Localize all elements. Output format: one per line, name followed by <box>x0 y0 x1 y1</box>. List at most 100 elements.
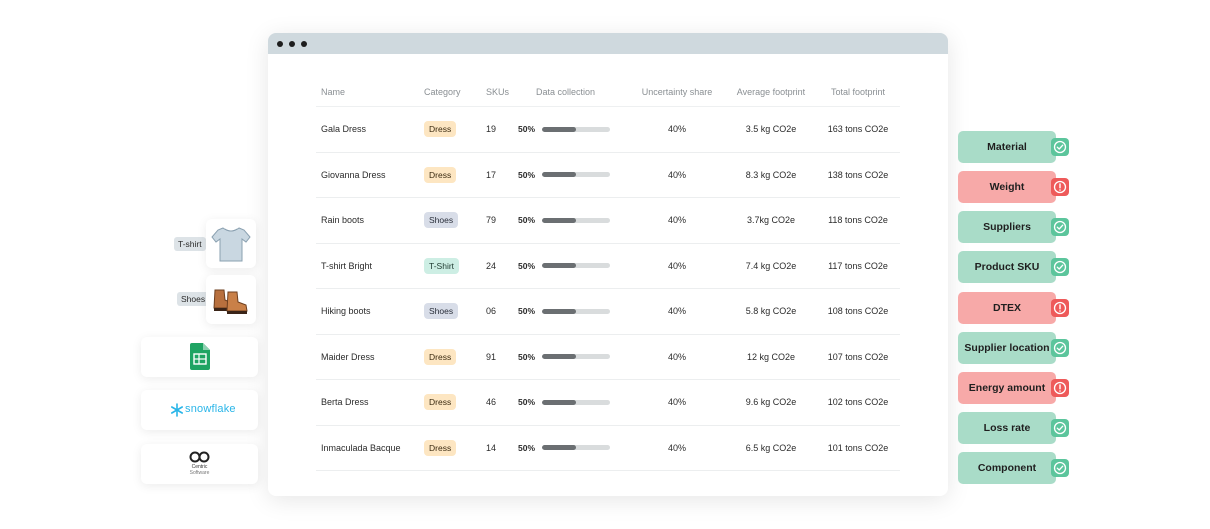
table-row[interactable]: Giovanna Dress Dress 17 50% 40% 8.3 kg C… <box>316 153 900 198</box>
data-collection-bar <box>542 399 610 405</box>
checklist-item[interactable]: Loss rate <box>958 412 1056 444</box>
product-name[interactable]: Gala Dress <box>316 124 424 134</box>
checklist-item[interactable]: Supplier location <box>958 332 1056 364</box>
product-name[interactable]: Maider Dress <box>316 352 424 362</box>
window-titlebar <box>268 33 948 54</box>
data-collection-cell: 50% <box>518 170 628 180</box>
check-circle-icon <box>1051 138 1069 156</box>
category-cell: Dress <box>424 348 482 365</box>
data-collection-bar-fill <box>542 354 576 360</box>
uncertainty-share: 40% <box>667 351 686 362</box>
category-cell: Dress <box>424 439 482 456</box>
category-cell: Dress <box>424 121 482 138</box>
data-collection-cell: 50% <box>518 397 628 407</box>
check-circle-icon <box>1051 419 1069 437</box>
check-circle-icon <box>1051 459 1069 477</box>
product-name[interactable]: T-shirt Bright <box>316 261 424 271</box>
checklist-item[interactable]: Energy amount <box>958 372 1056 404</box>
google-sheets-card[interactable] <box>141 337 258 377</box>
checklist-item[interactable]: Product SKU <box>958 251 1056 283</box>
header-data-collection[interactable]: Data collection <box>518 87 628 97</box>
data-collection-bar-fill <box>542 126 576 132</box>
checklist-item[interactable]: Material <box>958 131 1056 163</box>
checklist-item[interactable]: Weight <box>958 171 1056 203</box>
category-cell: Shoes <box>424 212 482 229</box>
tshirt-tag: T-shirt <box>174 237 206 251</box>
uncertainty-share: 40% <box>667 260 686 271</box>
data-collection-cell: 50% <box>518 443 628 453</box>
product-name[interactable]: Hiking boots <box>316 306 424 316</box>
window-dot[interactable] <box>301 40 307 47</box>
data-collection-bar <box>542 126 610 132</box>
checklist-item[interactable]: Component <box>958 452 1056 484</box>
data-collection-cell: 50% <box>518 306 628 316</box>
data-collection-bar-fill <box>542 445 576 451</box>
data-collection-bar <box>542 217 610 223</box>
product-name[interactable]: Berta Dress <box>316 397 424 407</box>
average-footprint: 3.7kg CO2e <box>746 215 796 226</box>
total-footprint: 118 tons CO2e <box>828 215 888 226</box>
product-name[interactable]: Inmaculada Bacque <box>316 443 424 453</box>
sku-count: 91 <box>486 351 497 362</box>
uncertainty-share: 40% <box>667 397 686 408</box>
total-footprint: 117 tons CO2e <box>828 260 888 271</box>
table-row[interactable]: Maider Dress Dress 91 50% 40% 12 kg CO2e… <box>316 335 900 380</box>
data-collection-bar <box>542 445 610 451</box>
total-footprint: 107 tons CO2e <box>827 351 889 362</box>
data-collection-percent: 50% <box>518 442 536 453</box>
category-cell: T-Shirt <box>424 257 482 274</box>
sku-count: 19 <box>486 124 497 135</box>
header-skus[interactable]: SKUs <box>482 87 518 97</box>
checklist-item[interactable]: Suppliers <box>958 211 1056 243</box>
category-badge: T-Shirt <box>424 257 460 274</box>
average-footprint: 9.6 kg CO2e <box>745 397 797 408</box>
data-collection-bar-fill <box>542 263 576 269</box>
data-collection-cell: 50% <box>518 352 628 362</box>
tshirt-card[interactable] <box>206 219 256 268</box>
product-name[interactable]: Giovanna Dress <box>316 170 424 180</box>
category-badge: Shoes <box>424 212 459 229</box>
sku-count: 17 <box>486 169 497 180</box>
uncertainty-share: 40% <box>667 124 686 135</box>
header-total-footprint[interactable]: Total footprint <box>816 87 900 97</box>
header-average-footprint[interactable]: Average footprint <box>726 87 816 97</box>
sku-count: 24 <box>486 260 497 271</box>
product-name[interactable]: Rain boots <box>316 215 424 225</box>
checklist-item[interactable]: DTEX <box>958 292 1056 324</box>
shoes-card[interactable] <box>206 275 256 324</box>
data-collection-percent: 50% <box>518 397 536 408</box>
window-dot[interactable] <box>289 40 295 47</box>
table-row[interactable]: T-shirt Bright T-Shirt 24 50% 40% 7.4 kg… <box>316 244 900 289</box>
table-row[interactable]: Hiking boots Shoes 06 50% 40% 5.8 kg CO2… <box>316 289 900 335</box>
snowflake-card[interactable]: snowflake <box>141 390 258 430</box>
average-footprint: 5.8 kg CO2e <box>745 306 797 317</box>
data-collection-bar <box>542 308 610 314</box>
products-table: Name Category SKUs Data collection Uncer… <box>316 78 900 471</box>
data-collection-bar-fill <box>542 308 576 314</box>
data-collection-bar-fill <box>542 172 576 178</box>
category-badge: Shoes <box>424 303 459 320</box>
check-circle-icon <box>1051 258 1069 276</box>
sku-count: 14 <box>486 442 497 453</box>
centric-software-card[interactable]: Centric Software <box>141 444 258 484</box>
data-collection-percent: 50% <box>518 306 536 317</box>
table-header: Name Category SKUs Data collection Uncer… <box>316 78 900 107</box>
table-row[interactable]: Berta Dress Dress 46 50% 40% 9.6 kg CO2e… <box>316 380 900 426</box>
uncertainty-share: 40% <box>667 442 686 453</box>
average-footprint: 3.5 kg CO2e <box>745 124 797 135</box>
table-row[interactable]: Inmaculada Bacque Dress 14 50% 40% 6.5 k… <box>316 426 900 471</box>
alert-circle-icon <box>1051 379 1069 397</box>
table-row[interactable]: Rain boots Shoes 79 50% 40% 3.7kg CO2e 1… <box>316 198 900 244</box>
alert-circle-icon <box>1051 299 1069 317</box>
category-cell: Dress <box>424 166 482 183</box>
table-row[interactable]: Gala Dress Dress 19 50% 40% 3.5 kg CO2e … <box>316 107 900 153</box>
average-footprint: 6.5 kg CO2e <box>745 442 797 453</box>
header-category[interactable]: Category <box>424 87 482 97</box>
snowflake-wordmark: snowflake <box>185 403 236 415</box>
data-collection-bar-fill <box>542 399 576 405</box>
window-dot[interactable] <box>277 40 283 47</box>
data-collection-bar <box>542 354 610 360</box>
header-name[interactable]: Name <box>316 87 424 97</box>
header-uncertainty-share[interactable]: Uncertainty share <box>628 87 726 97</box>
app-window: Name Category SKUs Data collection Uncer… <box>268 33 948 496</box>
